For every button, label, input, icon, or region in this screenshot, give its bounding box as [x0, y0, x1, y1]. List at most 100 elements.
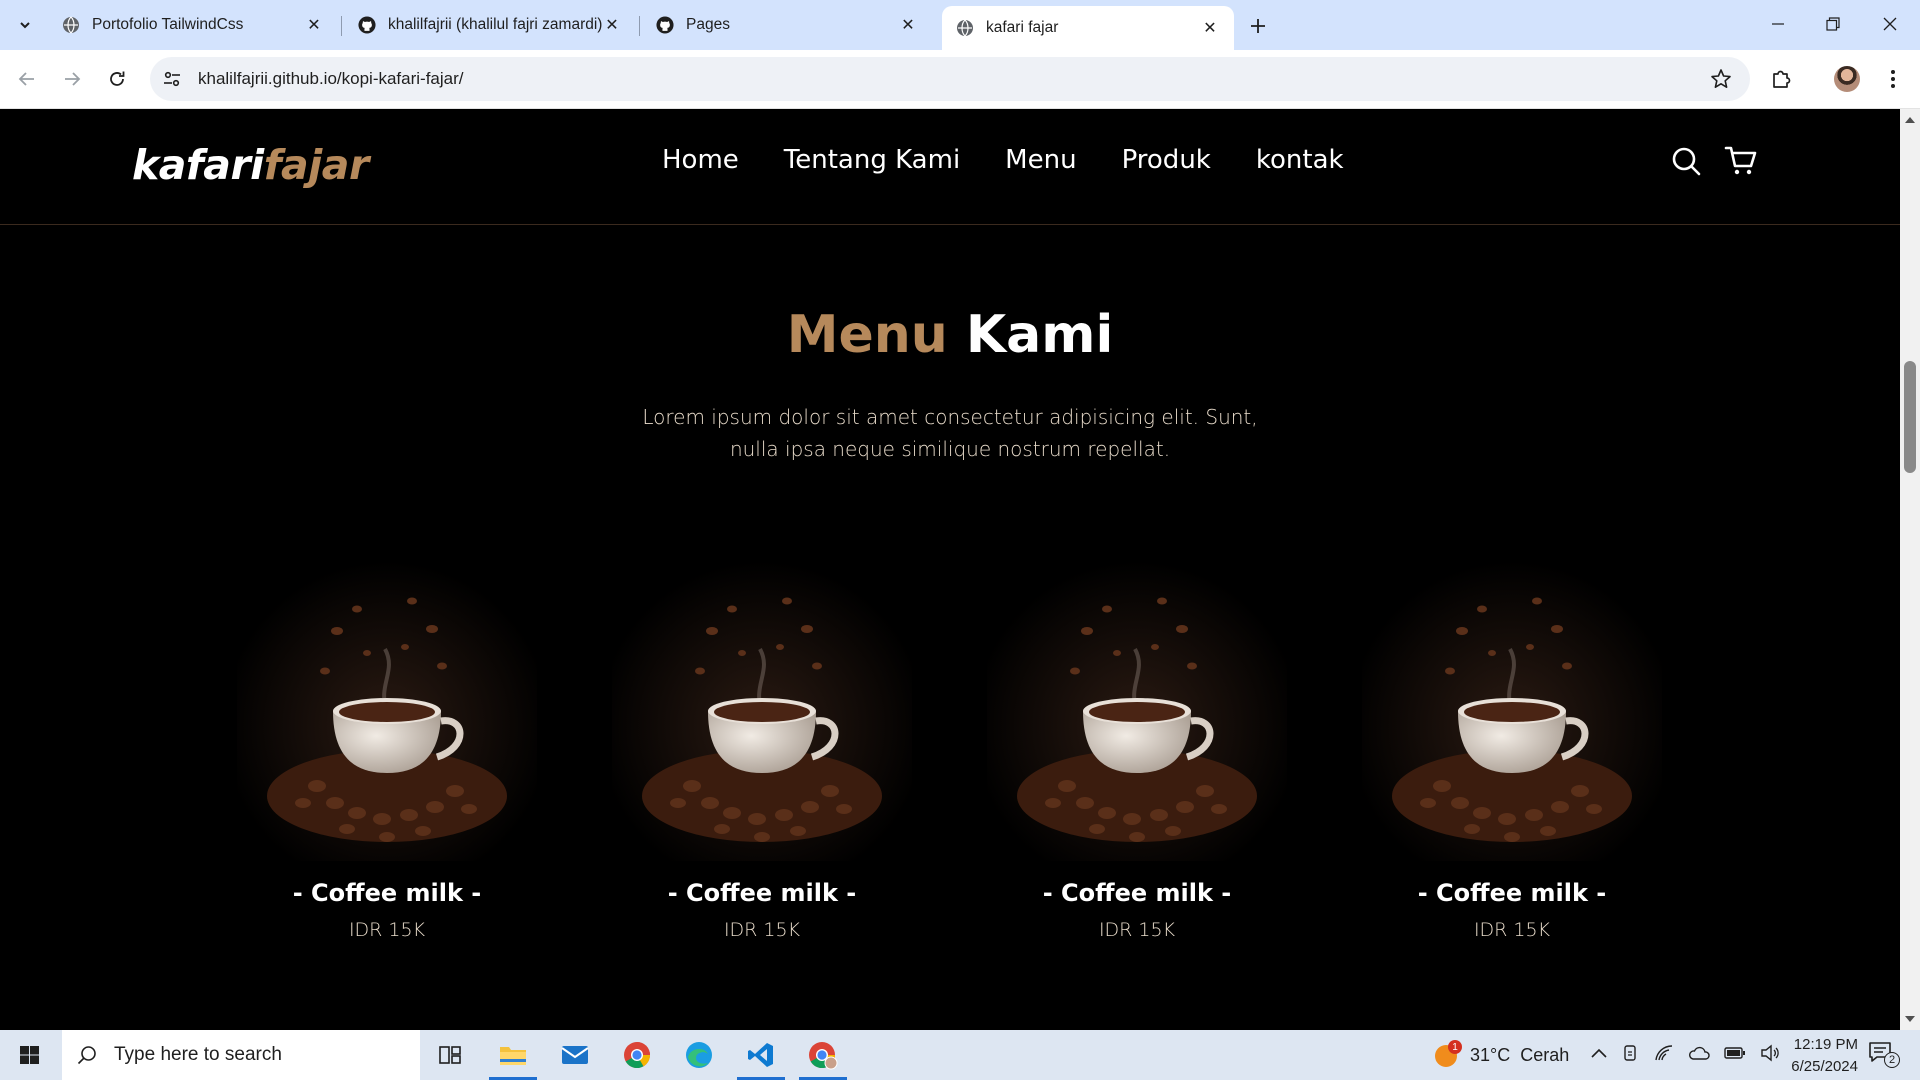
close-icon[interactable]: ✕ [1200, 18, 1220, 38]
windows-logo-icon [20, 1046, 39, 1064]
coffee-cup-image [237, 561, 537, 861]
menu-section-title: Menu Kami [0, 305, 1900, 365]
meet-now-icon[interactable] [1622, 1044, 1640, 1067]
scroll-down-arrow[interactable] [1905, 1016, 1915, 1022]
vscode-app[interactable] [731, 1030, 791, 1080]
site-info-icon[interactable] [150, 57, 194, 101]
edge-app[interactable] [669, 1030, 729, 1080]
close-icon[interactable]: ✕ [304, 15, 324, 35]
weather-sun-icon: 1 [1432, 1040, 1462, 1070]
plus-icon [1251, 19, 1265, 33]
folder-icon [500, 1047, 526, 1065]
browser-toolbar: khalilfajrii.github.io/kopi-kafari-fajar… [0, 50, 1920, 109]
windows-taskbar: Type here to search 1 31°C Cerah 12:19 P… [0, 1030, 1920, 1080]
task-view-icon [439, 1046, 461, 1064]
tab-title: khalilfajrii (khalilul fajri zamardi) [388, 16, 602, 33]
title-accent: Menu [786, 305, 948, 365]
nav-links: Home Tentang Kami Menu Produk kontak [662, 145, 1344, 175]
weather-text: 31°C Cerah [1470, 1044, 1570, 1065]
tab-title: Pages [686, 16, 730, 33]
restore-button[interactable] [1810, 8, 1856, 40]
menu-card[interactable]: - Coffee milk - IDR 15K [612, 561, 912, 941]
close-icon [1883, 17, 1897, 31]
taskbar-search[interactable]: Type here to search [62, 1030, 420, 1080]
nav-link-home[interactable]: Home [662, 145, 739, 175]
file-explorer-app[interactable] [483, 1030, 543, 1080]
menu-card[interactable]: - Coffee milk - IDR 15K [987, 561, 1287, 941]
search-icon[interactable] [1670, 145, 1702, 181]
puzzle-icon [1773, 70, 1791, 88]
nav-link-produk[interactable]: Produk [1122, 145, 1211, 175]
browser-tab-strip: Portofolio TailwindCss ✕ khalilfajrii (k… [0, 0, 1920, 50]
edge-icon [686, 1042, 712, 1068]
battery-icon[interactable] [1724, 1045, 1746, 1066]
nav-link-menu[interactable]: Menu [1005, 145, 1076, 175]
tab-title: kafari fajar [986, 19, 1059, 36]
menu-cards: - Coffee milk - IDR 15K - Coffee milk - … [0, 561, 1900, 1030]
address-bar[interactable]: khalilfajrii.github.io/kopi-kafari-fajar… [150, 57, 1750, 101]
nav-link-kontak[interactable]: kontak [1256, 145, 1344, 175]
notification-center-button[interactable]: 2 [1868, 1040, 1902, 1070]
chevron-up-icon[interactable] [1590, 1046, 1608, 1065]
menu-item-name: - Coffee milk - [667, 879, 857, 907]
clock-time: 12:19 PM [1793, 1036, 1858, 1053]
coffee-cup-image [987, 561, 1287, 861]
menu-item-price: IDR 15K [723, 919, 801, 941]
profile-button[interactable] [1832, 64, 1862, 94]
shopping-cart-icon[interactable] [1724, 145, 1758, 181]
chrome-app[interactable] [607, 1030, 667, 1080]
menu-item-price: IDR 15K [1098, 919, 1176, 941]
tab-search-button[interactable] [10, 10, 40, 40]
clock-date: 6/25/2024 [1791, 1058, 1858, 1075]
menu-item-price: IDR 15K [348, 919, 426, 941]
forward-button[interactable] [57, 64, 87, 94]
tab-pages[interactable]: Pages ✕ [642, 6, 932, 44]
close-icon[interactable]: ✕ [898, 15, 918, 35]
arrow-left-icon [18, 72, 34, 86]
onedrive-cloud-icon[interactable] [1688, 1045, 1710, 1066]
menu-card[interactable]: - Coffee milk - IDR 15K [237, 561, 537, 941]
close-icon[interactable]: ✕ [602, 15, 622, 35]
task-view-button[interactable] [420, 1030, 480, 1080]
tab-github-profile[interactable]: khalilfajrii (khalilul fajri zamardi) ✕ [344, 6, 636, 44]
site-logo[interactable]: kafarifajar [132, 141, 369, 189]
mail-icon [561, 1046, 589, 1064]
restore-icon [1826, 17, 1840, 31]
start-button[interactable] [10, 1042, 50, 1072]
tab-kafari-fajar[interactable]: kafari fajar ✕ [942, 6, 1234, 50]
browser-menu-button[interactable] [1878, 64, 1908, 94]
description-line-2: nulla ipsa neque similique nostrum repel… [729, 437, 1171, 461]
weather-alert-badge: 1 [1448, 1040, 1462, 1054]
weather-widget[interactable]: 1 31°C Cerah [1432, 1030, 1569, 1080]
logo-part-2: fajar [263, 141, 369, 189]
tab-portofolio[interactable]: Portofolio TailwindCss ✕ [48, 6, 338, 44]
menu-section-description: Lorem ipsum dolor sit amet consectetur a… [640, 401, 1260, 465]
notification-count-badge: 2 [1884, 1052, 1900, 1068]
scrollbar-thumb[interactable] [1904, 361, 1916, 473]
reload-button[interactable] [102, 64, 132, 94]
chrome-active-app[interactable] [793, 1030, 853, 1080]
mail-app[interactable] [545, 1030, 605, 1080]
system-clock[interactable]: 12:19 PM 6/25/2024 [1748, 1034, 1858, 1078]
back-button[interactable] [12, 64, 42, 94]
coffee-cup-image [612, 561, 912, 861]
nav-link-tentang-kami[interactable]: Tentang Kami [784, 145, 960, 175]
url-text[interactable]: khalilfajrii.github.io/kopi-kafari-fajar… [198, 69, 464, 89]
menu-card[interactable]: - Coffee milk - IDR 15K [1362, 561, 1662, 941]
reload-icon [110, 71, 125, 86]
site-navbar: kafarifajar Home Tentang Kami Menu Produ… [0, 109, 1900, 225]
bookmark-star-icon[interactable] [1710, 68, 1732, 94]
extensions-button[interactable] [1766, 64, 1796, 94]
wifi-icon[interactable] [1654, 1044, 1674, 1067]
minimize-button[interactable] [1755, 8, 1801, 40]
page-viewport: kafarifajar Home Tentang Kami Menu Produ… [0, 109, 1900, 1030]
page-scrollbar[interactable] [1900, 109, 1920, 1030]
tab-separator [639, 16, 640, 36]
close-window-button[interactable] [1867, 8, 1913, 40]
github-icon [656, 16, 674, 34]
scroll-up-arrow[interactable] [1905, 117, 1915, 123]
new-tab-button[interactable] [1244, 12, 1272, 40]
chrome-icon [624, 1042, 651, 1069]
globe-icon [62, 16, 80, 34]
arrow-right-icon [65, 72, 81, 86]
